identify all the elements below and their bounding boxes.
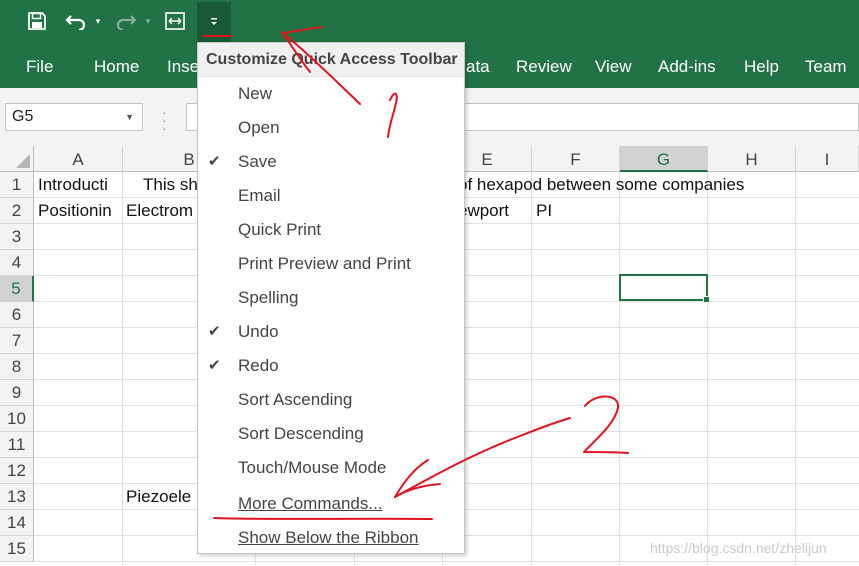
gridline [707, 172, 708, 566]
menu-item-save[interactable]: ✔ Save [198, 145, 464, 179]
menu-item-label: Quick Print [238, 220, 322, 239]
touch-mouse-mode-icon[interactable] [160, 6, 190, 36]
row-header[interactable]: 8 [0, 354, 34, 380]
cell-b13[interactable]: Piezoele [126, 484, 201, 510]
row-header[interactable]: 1 [0, 172, 34, 198]
gridline [122, 172, 123, 566]
undo-icon[interactable] [62, 6, 90, 36]
row-header[interactable]: 10 [0, 406, 34, 432]
cell-b1[interactable]: This sh [143, 172, 203, 198]
checkmark-icon: ✔ [208, 357, 221, 374]
tab-view[interactable]: View [595, 44, 632, 88]
row-header[interactable]: 14 [0, 510, 34, 536]
undo-dropdown-icon[interactable]: ▾ [91, 6, 105, 36]
menu-item-spelling[interactable]: Spelling [198, 281, 464, 315]
row-header[interactable]: 6 [0, 302, 34, 328]
customize-qat-menu: Customize Quick Access Toolbar New Open … [197, 42, 465, 554]
row-header[interactable]: 5 [0, 276, 34, 302]
row-header[interactable]: 15 [0, 536, 34, 562]
menu-item-undo[interactable]: ✔ Undo [198, 315, 464, 349]
row-header[interactable]: 2 [0, 198, 34, 224]
gridline [34, 561, 859, 562]
cell-a2[interactable]: Positionin [38, 198, 121, 224]
column-header-a[interactable]: A [34, 146, 123, 172]
menu-item-more-commands[interactable]: More Commands... [198, 487, 464, 521]
tab-data[interactable]: ata [466, 44, 490, 88]
menu-item-label: Open [238, 118, 280, 137]
menu-item-touch-mouse-mode[interactable]: Touch/Mouse Mode [198, 451, 464, 485]
tab-team[interactable]: Team [805, 44, 847, 88]
gridline [619, 172, 620, 566]
column-header-g[interactable]: G [620, 146, 708, 172]
save-icon[interactable] [22, 6, 52, 36]
menu-item-label: Sort Ascending [238, 390, 353, 409]
tab-help[interactable]: Help [744, 44, 779, 88]
menu-item-sort-ascending[interactable]: Sort Ascending [198, 383, 464, 417]
tab-insert[interactable]: Inse [167, 44, 199, 88]
menu-item-new[interactable]: New [198, 77, 464, 111]
active-cell-g5[interactable] [619, 274, 710, 303]
gridline [795, 172, 796, 566]
name-box[interactable]: G5 ▼ [5, 103, 143, 131]
tab-home[interactable]: Home [94, 44, 139, 88]
menu-title: Customize Quick Access Toolbar [198, 43, 464, 77]
cell-e1[interactable]: of hexapod between some companies [458, 172, 788, 198]
splitter-icon[interactable]: · · · [162, 105, 167, 135]
quick-access-toolbar: ▾ ▾ [0, 0, 859, 44]
row-header[interactable]: 12 [0, 458, 34, 484]
watermark: https://blog.csdn.net/zhelijun [650, 540, 827, 556]
cell-b2[interactable]: Electrom [126, 198, 201, 224]
customize-qat-icon[interactable] [197, 2, 231, 42]
menu-item-email[interactable]: Email [198, 179, 464, 213]
row-header[interactable]: 7 [0, 328, 34, 354]
redo-icon[interactable] [112, 6, 140, 36]
tab-review[interactable]: Review [516, 44, 572, 88]
row-header[interactable]: 4 [0, 250, 34, 276]
menu-item-show-below-ribbon[interactable]: Show Below the Ribbon [198, 521, 464, 555]
column-header-h[interactable]: H [708, 146, 796, 172]
row-header[interactable]: 13 [0, 484, 34, 510]
menu-item-label: Spelling [238, 288, 299, 307]
cell-a1[interactable]: Introducti [38, 172, 121, 198]
menu-item-label: Sort Descending [238, 424, 364, 443]
menu-item-label: More Commands... [238, 494, 383, 513]
tab-add-ins[interactable]: Add-ins [658, 44, 716, 88]
menu-item-open[interactable]: Open [198, 111, 464, 145]
row-header[interactable]: 9 [0, 380, 34, 406]
menu-item-sort-descending[interactable]: Sort Descending [198, 417, 464, 451]
select-all-button[interactable] [0, 146, 34, 172]
row-header[interactable]: 3 [0, 224, 34, 250]
tab-file[interactable]: File [26, 44, 53, 88]
column-header-i[interactable]: I [796, 146, 859, 172]
gridline [531, 172, 532, 566]
column-header-f[interactable]: F [532, 146, 620, 172]
cell-e2[interactable]: ewport [458, 198, 530, 224]
row-header[interactable]: 11 [0, 432, 34, 458]
menu-item-label: Undo [238, 322, 279, 341]
cell-f2[interactable]: PI [536, 198, 616, 224]
menu-item-print-preview[interactable]: Print Preview and Print [198, 247, 464, 281]
menu-item-quick-print[interactable]: Quick Print [198, 213, 464, 247]
menu-item-label: Email [238, 186, 281, 205]
menu-item-redo[interactable]: ✔ Redo [198, 349, 464, 383]
menu-item-label: Save [238, 152, 277, 171]
redo-dropdown-icon[interactable]: ▾ [141, 6, 155, 36]
chevron-down-icon[interactable]: ▼ [125, 104, 134, 130]
checkmark-icon: ✔ [208, 153, 221, 170]
menu-item-label: Show Below the Ribbon [238, 528, 419, 547]
menu-item-label: Touch/Mouse Mode [238, 458, 387, 477]
name-box-value: G5 [12, 108, 34, 125]
menu-item-label: Redo [238, 356, 279, 375]
menu-item-label: New [238, 84, 273, 103]
menu-item-label: Print Preview and Print [238, 254, 411, 273]
checkmark-icon: ✔ [208, 323, 221, 340]
